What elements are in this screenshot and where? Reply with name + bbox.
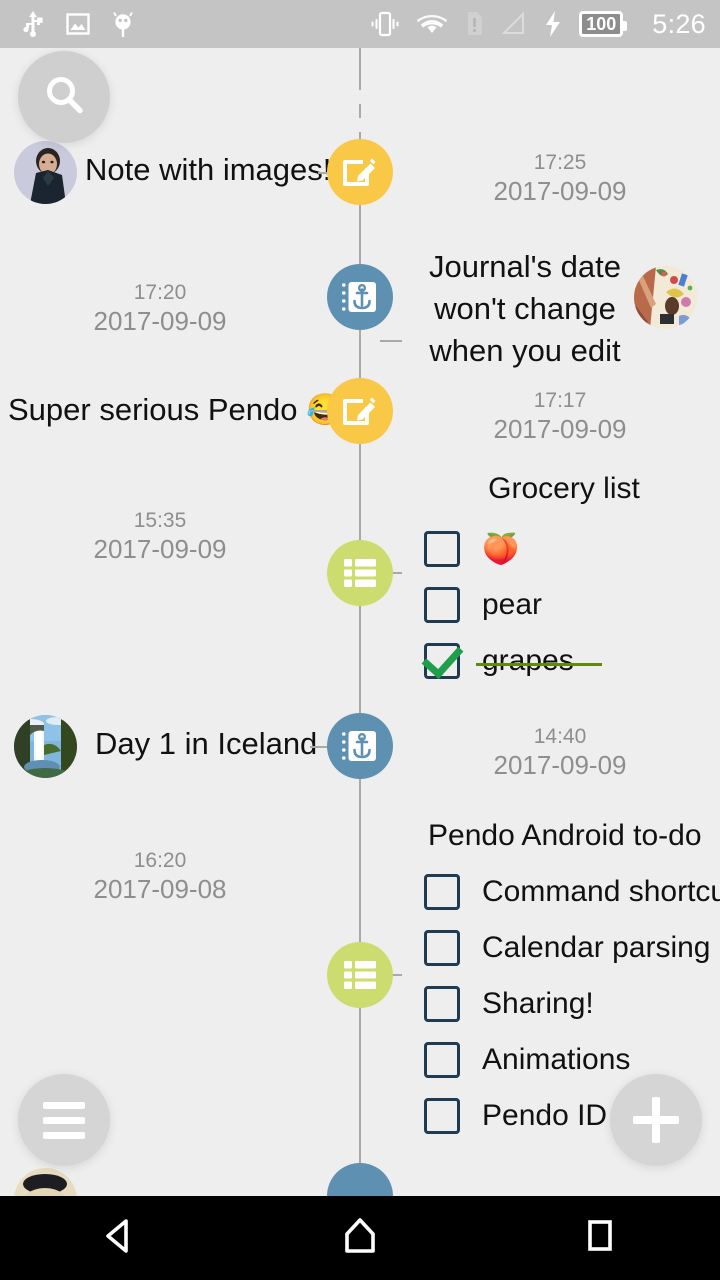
entry-title[interactable]: Day 1 in Iceland: [95, 725, 317, 763]
nav-home-button[interactable]: [300, 1196, 420, 1280]
android-nav-bar: [0, 1196, 720, 1280]
checklist-item-label: Command shortcu: [482, 875, 720, 908]
nav-back-button[interactable]: [60, 1196, 180, 1280]
android-debug-icon: [112, 10, 134, 38]
entry-time: 17:17: [533, 389, 587, 412]
entry-time: 15:35: [133, 509, 187, 532]
checklist-title: Pendo Android to-do: [428, 819, 702, 852]
entry-date: 2017-09-08: [93, 873, 227, 904]
entry-time: 16:20: [133, 849, 187, 872]
checklist-item-label: grapes: [476, 644, 602, 677]
checklist-item[interactable]: pear: [424, 577, 704, 633]
entry-timestamp: 16:20 2017-09-08: [30, 848, 290, 905]
portrait-avatar: [14, 141, 77, 204]
entry-connector: [380, 340, 402, 342]
entry-time: 17:25: [533, 151, 587, 174]
checklist-item-label: Calendar parsing: [482, 931, 711, 964]
checklist-item-label: pear: [482, 588, 543, 621]
checkbox-unchecked-icon[interactable]: [424, 930, 460, 966]
entry-date: 2017-09-09: [93, 533, 227, 564]
checkbox-unchecked-icon[interactable]: [424, 587, 460, 623]
search-button[interactable]: [18, 51, 110, 143]
checklist-item[interactable]: 🍑: [424, 521, 704, 577]
menu-button[interactable]: [18, 1074, 110, 1166]
checklist-item[interactable]: Sharing!: [424, 976, 720, 1032]
add-button[interactable]: [610, 1074, 702, 1166]
checklist-item[interactable]: Calendar parsing: [424, 920, 720, 976]
checkbox-unchecked-icon[interactable]: [424, 1098, 460, 1134]
entry-timestamp: 17:17 2017-09-09: [430, 388, 690, 445]
entry-timestamp: 14:40 2017-09-09: [430, 724, 690, 781]
checklist-item[interactable]: grapes: [424, 633, 704, 689]
signal-icon: [501, 12, 527, 36]
entry-timestamp: 15:35 2017-09-09: [30, 508, 290, 565]
entry-title[interactable]: Super serious Pendo 😂: [8, 391, 345, 429]
usb-icon: [22, 10, 44, 38]
entry-date: 2017-09-09: [493, 749, 627, 780]
charging-bolt-icon: [544, 10, 562, 38]
entry-date: 2017-09-09: [493, 175, 627, 206]
timeline-list[interactable]: Note with images! 17:25 2017-09-09 17:20…: [0, 48, 720, 1231]
back-icon: [99, 1215, 141, 1262]
vibrate-icon: [370, 11, 400, 37]
entry-time: 14:40: [533, 725, 587, 748]
home-icon: [339, 1215, 381, 1262]
battery-icon: 100: [579, 11, 628, 37]
recents-icon: [579, 1215, 621, 1262]
checkbox-unchecked-icon[interactable]: [424, 531, 460, 567]
checkbox-unchecked-icon[interactable]: [424, 986, 460, 1022]
checklist-node-icon[interactable]: [327, 540, 393, 606]
checklist-item-label: Pendo ID: [482, 1099, 608, 1132]
journal-node-icon[interactable]: [327, 264, 393, 330]
image-icon: [66, 12, 90, 36]
checklist-item-label: Animations: [482, 1043, 631, 1076]
entry-title[interactable]: Note with images!: [85, 151, 331, 189]
checkbox-unchecked-icon[interactable]: [424, 1042, 460, 1078]
checkbox-checked-icon[interactable]: [424, 643, 460, 679]
artwork-avatar: [634, 266, 697, 329]
menu-icon: [43, 1101, 85, 1139]
sim-alert-icon: [464, 11, 484, 37]
checklist-node-icon[interactable]: [327, 942, 393, 1008]
app-root: 100 5:26 Note with images! 17:25 2017-09…: [0, 0, 720, 1280]
add-icon: [633, 1097, 679, 1143]
checklist-grocery: Grocery list 🍑 pear grapes: [424, 471, 704, 689]
entry-timestamp: 17:25 2017-09-09: [430, 150, 690, 207]
battery-level-label: 100: [586, 14, 617, 34]
status-bar: 100 5:26: [0, 0, 720, 48]
checklist-item-label: 🍑: [482, 532, 520, 566]
waterfall-avatar: [14, 715, 77, 778]
checkbox-unchecked-icon[interactable]: [424, 874, 460, 910]
checklist-item[interactable]: Command shortcu: [424, 864, 720, 920]
note-node-icon[interactable]: [327, 378, 393, 444]
status-bar-right-icons: 100 5:26: [370, 9, 706, 40]
clock-label: 5:26: [652, 8, 706, 39]
entry-title[interactable]: Journal's date won't change when you edi…: [405, 246, 645, 372]
entry-timestamp: 17:20 2017-09-09: [30, 280, 290, 337]
note-node-icon[interactable]: [327, 139, 393, 205]
checklist-title: Grocery list: [488, 472, 640, 505]
wifi-icon: [417, 12, 448, 36]
entry-date: 2017-09-09: [93, 305, 227, 336]
checklist-item-label: Sharing!: [482, 987, 594, 1020]
search-icon: [42, 73, 86, 122]
entry-time: 17:20: [133, 281, 187, 304]
entry-date: 2017-09-09: [493, 413, 627, 444]
status-bar-left-icons: [22, 10, 134, 38]
nav-recents-button[interactable]: [540, 1196, 660, 1280]
journal-node-icon[interactable]: [327, 713, 393, 779]
